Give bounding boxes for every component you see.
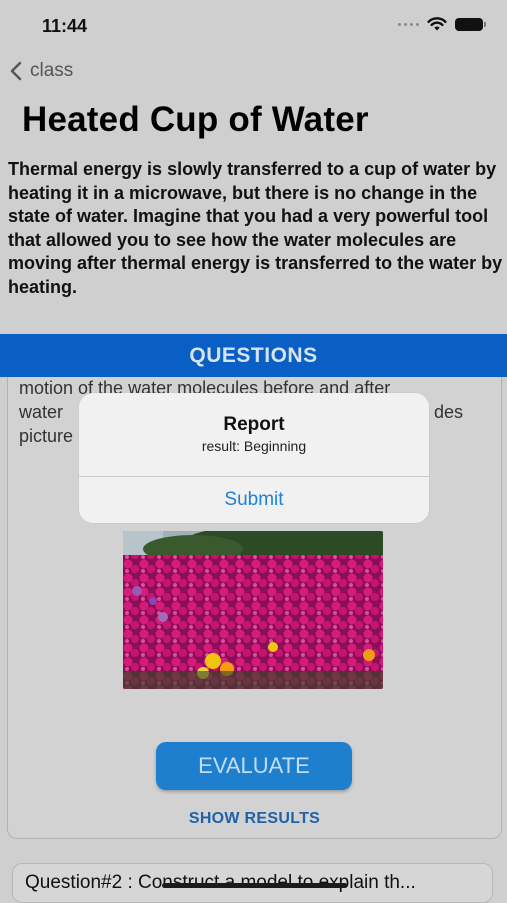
- back-button[interactable]: class: [10, 60, 73, 82]
- status-time: 11:44: [42, 16, 88, 36]
- alert-title: Report: [223, 414, 285, 435]
- cellular-signal-icon: [398, 23, 419, 26]
- evaluate-button[interactable]: EVALUATE: [156, 742, 352, 790]
- show-results-link[interactable]: SHOW RESULTS: [8, 810, 501, 828]
- question-text-fragment: des: [434, 402, 464, 422]
- home-indicator: [162, 883, 347, 888]
- status-bar: 11:44: [0, 0, 507, 52]
- back-label: class: [30, 60, 74, 81]
- flowers-photo: [123, 531, 383, 689]
- scenario-description: Thermal energy is slowly transferred to …: [8, 159, 503, 297]
- wifi-icon: [427, 17, 447, 31]
- questions-header-label: QUESTIONS: [189, 343, 318, 367]
- submit-button[interactable]: Submit: [79, 477, 429, 523]
- question-text-fragment: water: [19, 402, 64, 422]
- alert-message: result: Beginning: [201, 438, 307, 454]
- chevron-left-icon: [10, 61, 22, 81]
- page-title: Heated Cup of Water: [22, 100, 369, 139]
- report-alert: Report result: Beginning Submit: [79, 393, 429, 523]
- questions-header: QUESTIONS: [0, 334, 507, 377]
- status-icons: [398, 17, 486, 32]
- battery-icon: [455, 18, 486, 31]
